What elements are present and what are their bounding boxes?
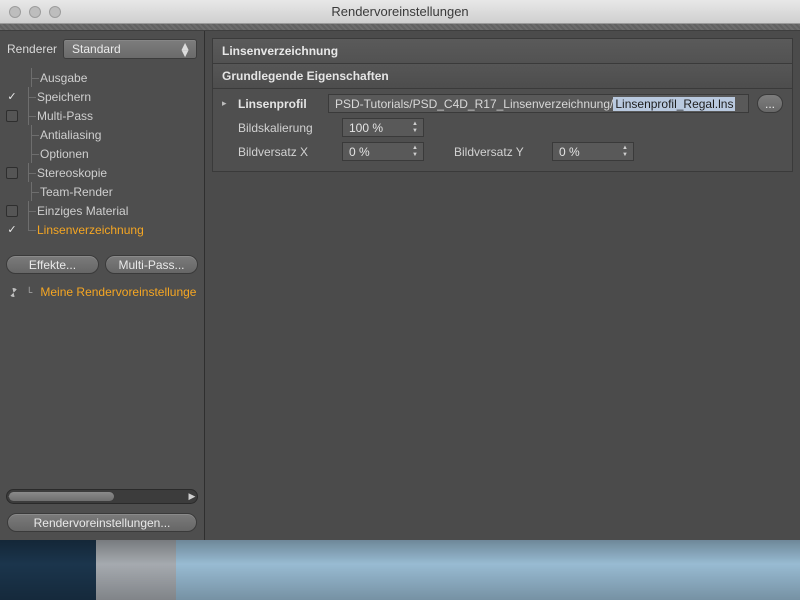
section-title: Linsenverzeichnung	[212, 38, 793, 63]
preset-label: Meine Rendervoreinstellunge	[40, 285, 196, 299]
main-panel: Linsenverzeichnung Grundlegende Eigensch…	[205, 31, 800, 540]
renderer-select[interactable]: Standard ▲▼	[63, 39, 197, 59]
spinner-icon[interactable]: ▲▼	[620, 145, 630, 158]
viewport-background	[0, 540, 800, 600]
toolbar-hatch	[0, 24, 800, 31]
checkbox-icon[interactable]	[6, 110, 18, 122]
checkbox-checked-icon[interactable]	[4, 223, 20, 237]
path-prefix: PSD-Tutorials/PSD_C4D_R17_Linsenverzeich…	[335, 97, 613, 111]
disclosure-icon[interactable]: ▸	[222, 98, 230, 109]
sidebar-item-speichern[interactable]: Speichern	[0, 87, 204, 106]
sidebar-item-multipass[interactable]: Multi-Pass	[0, 106, 204, 125]
browse-button[interactable]: ...	[757, 94, 783, 113]
scroll-right-icon[interactable]: ▶	[185, 490, 199, 503]
scale-input[interactable]: 100 % ▲▼	[342, 118, 424, 137]
lensprofile-label: Linsenprofil	[238, 97, 320, 111]
offsety-label: Bildversatz Y	[454, 145, 544, 159]
render-settings-button[interactable]: Rendervoreinstellungen...	[7, 513, 197, 532]
chevron-updown-icon: ▲▼	[179, 43, 191, 57]
checkbox-icon[interactable]	[6, 205, 18, 217]
effects-button[interactable]: Effekte...	[6, 255, 99, 274]
window-titlebar: Rendervoreinstellungen	[0, 0, 800, 24]
sidebar-item-optionen[interactable]: Optionen	[0, 144, 204, 163]
sidebar-item-einzigesmaterial[interactable]: Einziges Material	[0, 201, 204, 220]
sidebar-item-antialiasing[interactable]: Antialiasing	[0, 125, 204, 144]
scrollbar-thumb[interactable]	[9, 492, 114, 501]
sidebar-item-teamrender[interactable]: Team-Render	[0, 182, 204, 201]
subsection-title: Grundlegende Eigenschaften	[213, 64, 792, 89]
preset-row[interactable]: └ Meine Rendervoreinstellunge	[0, 279, 204, 303]
sidebar-tree: Ausgabe Speichern Multi-Pass Antialiasin…	[0, 66, 204, 250]
tree-branch-icon: └	[26, 287, 32, 297]
checkbox-checked-icon[interactable]	[4, 90, 20, 104]
offsetx-input[interactable]: 0 % ▲▼	[342, 142, 424, 161]
window-title: Rendervoreinstellungen	[0, 4, 800, 19]
scale-label: Bildskalierung	[238, 121, 334, 135]
spinner-icon[interactable]: ▲▼	[410, 121, 420, 134]
lensprofile-path-input[interactable]: PSD-Tutorials/PSD_C4D_R17_Linsenverzeich…	[328, 94, 749, 113]
sidebar: Renderer Standard ▲▼ Ausgabe Speichern M…	[0, 31, 205, 540]
expand-icon[interactable]	[8, 287, 18, 297]
offsety-input[interactable]: 0 % ▲▼	[552, 142, 634, 161]
spinner-icon[interactable]: ▲▼	[410, 145, 420, 158]
path-selected: Linsenprofil_Regal.lns	[613, 97, 735, 111]
horizontal-scrollbar[interactable]: ◀ ▶	[6, 489, 198, 504]
multipass-button[interactable]: Multi-Pass...	[105, 255, 198, 274]
offsetx-label: Bildversatz X	[238, 145, 334, 159]
renderer-label: Renderer	[7, 42, 57, 56]
sidebar-item-stereoskopie[interactable]: Stereoskopie	[0, 163, 204, 182]
sidebar-item-ausgabe[interactable]: Ausgabe	[0, 68, 204, 87]
renderer-value: Standard	[72, 42, 121, 56]
sidebar-item-linsenverzeichnung[interactable]: Linsenverzeichnung	[0, 220, 204, 239]
checkbox-icon[interactable]	[6, 167, 18, 179]
